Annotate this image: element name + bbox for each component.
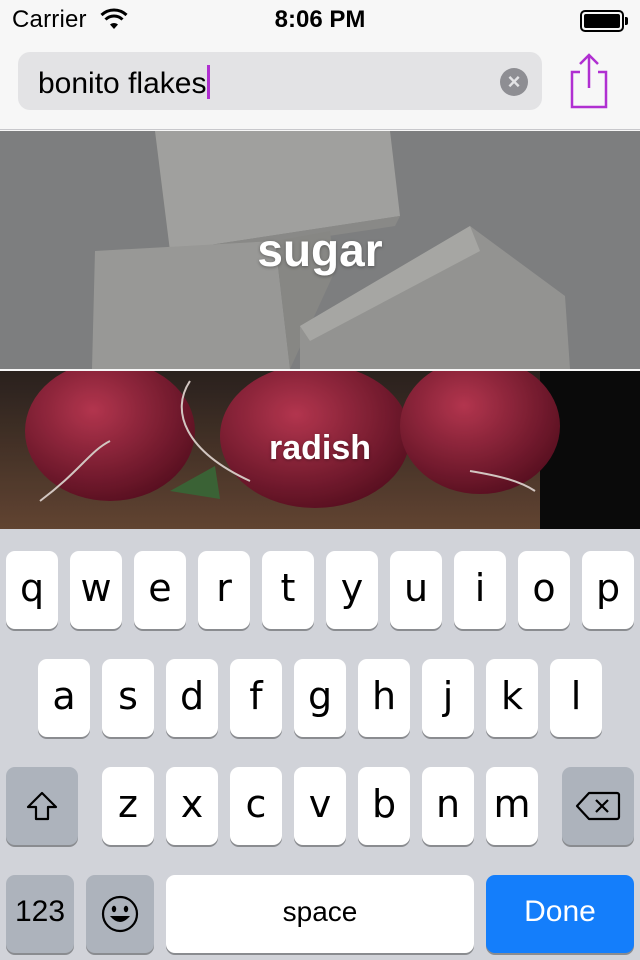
key-q[interactable]: q — [6, 551, 58, 629]
shift-icon — [26, 791, 58, 821]
key-h[interactable]: h — [358, 659, 410, 737]
text-caret — [207, 65, 211, 99]
key-k[interactable]: k — [486, 659, 538, 737]
key-y[interactable]: y — [326, 551, 378, 629]
clear-icon: × — [507, 69, 521, 94]
delete-key[interactable] — [562, 767, 634, 845]
key-n[interactable]: n — [422, 767, 474, 845]
key-w[interactable]: w — [70, 551, 122, 629]
key-o[interactable]: o — [518, 551, 570, 629]
key-v[interactable]: v — [294, 767, 346, 845]
done-key[interactable]: Done — [486, 875, 634, 953]
key-i[interactable]: i — [454, 551, 506, 629]
status-bar: Carrier 8:06 PM — [0, 0, 640, 40]
shift-key[interactable] — [6, 767, 78, 845]
key-e[interactable]: e — [134, 551, 186, 629]
search-text: bonito flakes — [38, 67, 207, 100]
key-f[interactable]: f — [230, 659, 282, 737]
key-p[interactable]: p — [582, 551, 634, 629]
search-field[interactable]: bonito flakes × — [18, 52, 542, 110]
key-r[interactable]: r — [198, 551, 250, 629]
clock: 8:06 PM — [274, 6, 366, 33]
emoji-key[interactable] — [86, 875, 154, 953]
space-key[interactable]: space — [166, 875, 474, 953]
key-l[interactable]: l — [550, 659, 602, 737]
result-row-radish[interactable]: radish — [0, 371, 640, 529]
key-j[interactable]: j — [422, 659, 474, 737]
key-c[interactable]: c — [230, 767, 282, 845]
key-u[interactable]: u — [390, 551, 442, 629]
numbers-key[interactable]: 123 — [6, 875, 74, 953]
keyboard: q w e r t y u i o p a s d f g h j k l z … — [0, 529, 640, 960]
key-g[interactable]: g — [294, 659, 346, 737]
result-label: radish — [268, 429, 372, 467]
key-t[interactable]: t — [262, 551, 314, 629]
search-bar: bonito flakes × — [0, 40, 640, 130]
clear-search-button[interactable]: × — [500, 68, 528, 96]
backspace-icon — [575, 791, 621, 821]
key-d[interactable]: d — [166, 659, 218, 737]
key-m[interactable]: m — [486, 767, 538, 845]
key-s[interactable]: s — [102, 659, 154, 737]
battery-icon — [580, 10, 628, 32]
share-icon[interactable] — [566, 52, 612, 110]
result-row-sugar[interactable]: sugar — [0, 131, 640, 369]
search-input[interactable]: bonito flakes — [38, 65, 211, 100]
emoji-icon — [101, 895, 139, 933]
key-a[interactable]: a — [38, 659, 90, 737]
key-z[interactable]: z — [102, 767, 154, 845]
key-b[interactable]: b — [358, 767, 410, 845]
result-label: sugar — [257, 224, 383, 276]
key-x[interactable]: x — [166, 767, 218, 845]
